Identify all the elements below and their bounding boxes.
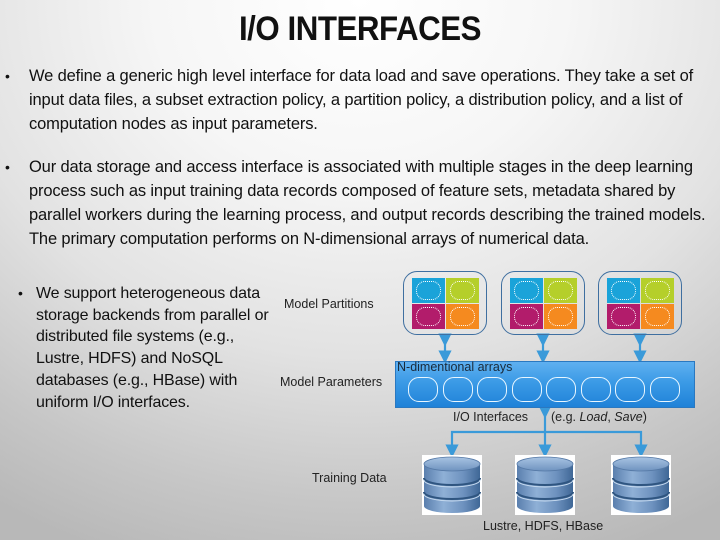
partition-quadrant xyxy=(641,278,674,303)
io-examples-label: (e.g. Load, Save) xyxy=(551,410,647,424)
cycle-loop-icon xyxy=(416,281,441,300)
partition-grid-icon xyxy=(598,271,682,335)
eg-prefix: (e.g. xyxy=(551,410,580,424)
cycle-loop-icon xyxy=(450,307,475,326)
storage-backends-label: Lustre, HDFS, HBase xyxy=(483,519,604,533)
array-cell xyxy=(442,377,473,402)
eg-load: Load xyxy=(579,410,608,424)
partition-quadrant xyxy=(446,278,479,303)
array-cell xyxy=(477,377,507,402)
eg-save: Save xyxy=(614,410,643,424)
database-cylinder-icon xyxy=(422,455,482,515)
io-interfaces-label: I/O Interfaces xyxy=(453,410,529,424)
cycle-loop-icon xyxy=(611,307,636,326)
cycle-loop-icon xyxy=(548,307,573,326)
cycle-loop-icon xyxy=(514,307,539,326)
eg-suffix: ) xyxy=(642,410,647,424)
partition-quadrant xyxy=(544,304,577,329)
partition-quadrant xyxy=(641,304,674,329)
cycle-loop-icon xyxy=(450,281,475,300)
database-cylinder-icon xyxy=(611,455,671,515)
array-cell xyxy=(408,377,438,402)
partition-quadrant xyxy=(607,304,640,329)
array-cell xyxy=(546,377,576,402)
cycle-loop-icon xyxy=(645,307,670,326)
cycle-loop-icon xyxy=(548,281,573,300)
cycle-loop-icon xyxy=(514,281,539,300)
cycle-loop-icon xyxy=(416,307,441,326)
partition-quadrant xyxy=(544,278,577,303)
io-branch-left-arrow xyxy=(445,430,545,458)
model-parameters-label: Model Parameters xyxy=(280,375,383,389)
database-cylinder-icon xyxy=(515,455,575,515)
cycle-loop-icon xyxy=(645,281,670,300)
array-cell xyxy=(615,377,645,402)
model-partitions-label: Model Partitions xyxy=(284,297,374,311)
partition-quadrant xyxy=(412,278,445,303)
array-cell xyxy=(649,377,680,402)
cycle-loop-icon xyxy=(611,281,636,300)
io-branch-right-arrow xyxy=(545,430,648,458)
io-architecture-diagram: Model Partitions Model Parameters I/O In… xyxy=(0,0,720,540)
training-data-label: Training Data xyxy=(312,471,387,485)
partition-quadrant xyxy=(510,304,543,329)
partition-grid-icon xyxy=(403,271,487,335)
partition-quadrant xyxy=(446,304,479,329)
partition-grid-icon xyxy=(501,271,585,335)
array-cell xyxy=(580,377,611,402)
partition-quadrant xyxy=(412,304,445,329)
partition-quadrant xyxy=(607,278,640,303)
n-dimensional-arrays-label: N-dimentional arrays xyxy=(397,360,513,374)
partition-quadrant xyxy=(510,278,543,303)
array-cell xyxy=(511,377,542,402)
